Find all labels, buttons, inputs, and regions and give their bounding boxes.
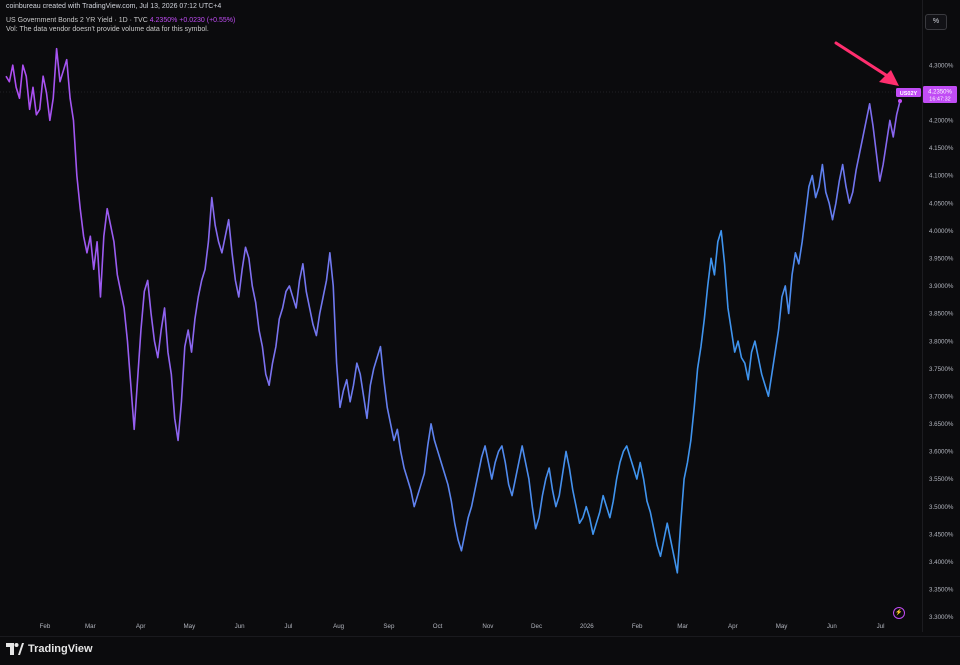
y-tick-label: 3.3500% [929, 587, 954, 594]
percent-scale-button[interactable]: % [925, 14, 947, 30]
y-axis[interactable]: 4.3000%4.2500%4.2000%4.1500%4.1000%4.050… [929, 62, 954, 621]
volume-note: Vol: The data vendor doesn't provide vol… [6, 26, 209, 33]
x-tick-label: May [776, 623, 789, 630]
flash-icon[interactable]: ⚡ [893, 607, 905, 619]
y-tick-label: 3.9000% [929, 283, 954, 290]
axis-divider [922, 0, 923, 632]
x-tick-label: Jul [877, 623, 885, 630]
last-value: 4.2350% [149, 17, 178, 24]
y-tick-label: 4.0500% [929, 200, 954, 207]
y-tick-label: 3.4500% [929, 531, 954, 538]
x-tick-label: Oct [433, 623, 443, 630]
x-tick-label: Apr [728, 623, 738, 630]
y-tick-label: 3.3000% [929, 614, 954, 621]
x-tick-label: 2026 [580, 623, 594, 630]
symbol-header: US Government Bonds 2 YR Yield · 1D · TV… [6, 17, 235, 24]
series-line-us02y[interactable] [5, 47, 901, 574]
brand-name: TradingView [28, 643, 93, 655]
y-tick-label: 3.8000% [929, 338, 954, 345]
x-tick-label: Feb [632, 623, 643, 630]
x-tick-label: Sep [383, 623, 395, 630]
y-tick-label: 4.3000% [929, 62, 954, 69]
y-tick-label: 3.6500% [929, 421, 954, 428]
footer-bar [0, 636, 960, 665]
y-tick-label: 3.8500% [929, 311, 954, 318]
x-tick-label: Mar [85, 623, 96, 630]
price-tag-symbol: US02Y [900, 91, 918, 97]
y-tick-label: 3.9500% [929, 256, 954, 263]
x-tick-label: Apr [136, 623, 146, 630]
x-tick-label: Mar [677, 623, 688, 630]
x-tick-label: Dec [531, 623, 542, 630]
y-tick-label: 3.7500% [929, 366, 954, 373]
chart-credit: coinbureau created with TradingView.com,… [6, 3, 222, 10]
price-tag-countdown: 16:47:32 [929, 97, 950, 103]
y-tick-label: 3.6000% [929, 449, 954, 456]
x-tick-label: May [183, 623, 196, 630]
y-tick-label: 4.1000% [929, 173, 954, 180]
y-tick-label: 3.7000% [929, 393, 954, 400]
price-tag: US02Y 4.2350% 16:47:32 [896, 86, 957, 103]
x-tick-label: Feb [40, 623, 51, 630]
series-layer [5, 47, 902, 574]
x-tick-label: Jun [827, 623, 838, 630]
price-tag-value: 4.2350% [928, 89, 952, 95]
price-change: +0.0230 (+0.55%) [179, 17, 236, 24]
x-tick-label: Nov [482, 623, 494, 630]
tradingview-logo[interactable]: TradingView [6, 641, 93, 657]
last-point-marker [898, 99, 902, 104]
x-tick-label: Jun [235, 623, 246, 630]
annotation-arrow [834, 41, 899, 86]
y-tick-label: 4.2000% [929, 118, 954, 125]
x-tick-label: Jul [284, 623, 292, 630]
y-tick-label: 4.1500% [929, 145, 954, 152]
y-tick-label: 3.5000% [929, 504, 954, 511]
y-tick-label: 4.0000% [929, 228, 954, 235]
x-tick-label: Aug [333, 623, 345, 630]
y-tick-label: 3.4000% [929, 559, 954, 566]
x-axis[interactable]: Feb Mar Apr May Jun Jul Aug Sep Oct Nov Dec 2026 Feb… [40, 623, 885, 630]
chart-canvas: 4.3000%4.2500%4.2000%4.1500%4.1000%4.050… [0, 41, 957, 630]
y-tick-label: 3.5500% [929, 476, 954, 483]
tradingview-mark-icon [6, 643, 24, 655]
symbol-title[interactable]: US Government Bonds 2 YR Yield · 1D · TV… [6, 17, 148, 24]
arrow-shaft [834, 41, 894, 81]
